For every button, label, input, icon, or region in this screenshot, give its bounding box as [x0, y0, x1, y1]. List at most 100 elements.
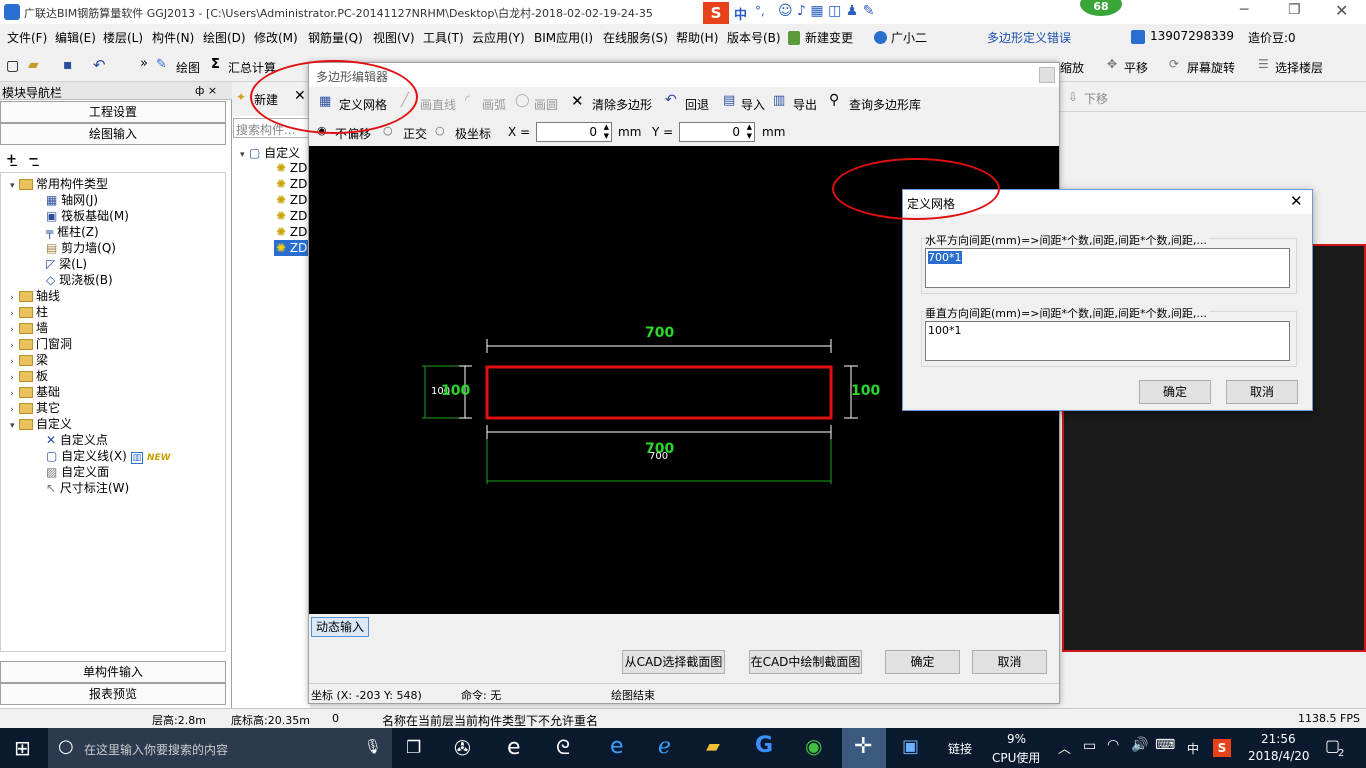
list-item-selected[interactable]: ✺ ZD — [274, 240, 310, 256]
tree-item-slab[interactable]: ◇ 现浇板(B) — [46, 271, 113, 288]
menu-component[interactable]: 构件(N) — [152, 29, 194, 46]
network-icon[interactable]: ◠ — [1107, 737, 1119, 753]
ime-chinese-label[interactable]: 中 — [734, 4, 747, 23]
menu-floor[interactable]: 楼层(L) — [103, 29, 143, 46]
list-item[interactable]: ✺ ZD — [276, 193, 307, 207]
tree-item-custom-line[interactable]: ▢ 自定义线(X) ▥ NEW — [46, 447, 171, 464]
keyboard-icon[interactable]: ⌨ — [1155, 737, 1175, 753]
x-input[interactable]: 0 ▲ ▼ — [536, 122, 612, 142]
pan-button[interactable]: 平移 — [1124, 59, 1148, 76]
list-item[interactable]: ✺ ZD — [276, 161, 307, 175]
draw-in-cad-button[interactable]: 在CAD中绘制截面图 — [749, 650, 862, 674]
menu-assistant[interactable]: 广小二 — [891, 29, 927, 46]
save-icon[interactable]: ▪ — [63, 57, 73, 73]
list-item[interactable]: ✺ ZD — [276, 209, 307, 223]
price-beans[interactable]: 造价豆:0 — [1248, 29, 1296, 46]
radio-polar[interactable]: ○ — [435, 124, 445, 137]
list-root[interactable]: ▾ ▢ 自定义 — [240, 144, 300, 161]
tree-group-slab[interactable]: › 板 — [10, 367, 48, 384]
pinwheel-app-icon[interactable]: ✇ — [454, 736, 471, 760]
swirl-app-icon[interactable]: ᘓ — [556, 735, 570, 759]
restore-icon[interactable]: ❐ — [1288, 2, 1301, 18]
select-from-cad-button[interactable]: 从CAD选择截面图 — [622, 650, 725, 674]
active-app-icon[interactable]: ✛ — [842, 728, 886, 768]
tree-group-wall[interactable]: › 墙 — [10, 319, 48, 336]
clear-polygon-button[interactable]: 清除多边形 — [592, 96, 652, 113]
tree-group-foundation[interactable]: › 基础 — [10, 383, 60, 400]
zoom-button[interactable]: 缩放 — [1060, 59, 1084, 76]
menu-view[interactable]: 视图(V) — [373, 29, 415, 46]
battery-icon[interactable]: ▭ — [1083, 738, 1096, 754]
file-explorer-icon[interactable]: ▰ — [706, 736, 720, 757]
tree-group-opening[interactable]: › 门窗洞 — [10, 335, 72, 352]
tree-group-axisline[interactable]: › 轴线 — [10, 287, 60, 304]
tree-item-beam[interactable]: ◸ 梁(L) — [46, 255, 87, 272]
clock-date[interactable]: 2018/4/20 — [1248, 749, 1310, 763]
tree-common[interactable]: ▾ 常用构件类型 — [10, 175, 108, 192]
tree-item-column[interactable]: ╤ 框柱(Z) — [46, 223, 99, 240]
nav-pin-close-icon[interactable]: ф × — [195, 84, 217, 97]
tree-group-beam[interactable]: › 梁 — [10, 351, 48, 368]
h-spacing-input[interactable]: 700*1 — [925, 248, 1290, 288]
grid-close-icon[interactable]: ✕ — [1290, 192, 1303, 210]
glodon-g-icon[interactable]: G — [755, 733, 773, 758]
menu-draw[interactable]: 绘图(D) — [203, 29, 246, 46]
clock-time[interactable]: 21:56 — [1261, 732, 1296, 746]
ie-icon[interactable]: ℯ — [658, 734, 671, 759]
sogou-icon[interactable]: S — [703, 2, 729, 24]
menu-new-change[interactable]: 新建变更 — [805, 29, 853, 46]
list-item[interactable]: ✺ ZD — [276, 225, 307, 239]
export-button[interactable]: 导出 — [793, 96, 817, 113]
ime-punct-label[interactable]: °, — [755, 4, 765, 18]
grid-ok-button[interactable]: 确定 — [1139, 380, 1211, 404]
task-view-icon[interactable]: ❐ — [406, 738, 421, 758]
windows-start-icon[interactable]: ⊞ — [14, 736, 31, 760]
menu-version[interactable]: 版本号(B) — [727, 29, 781, 46]
menu-tools[interactable]: 工具(T) — [423, 29, 464, 46]
v-spacing-input[interactable]: 100*1 — [925, 321, 1290, 361]
tree-item-dimension[interactable]: ↖ 尺寸标注(W) — [46, 479, 129, 496]
poly-cancel-button[interactable]: 取消 — [972, 650, 1047, 674]
report-preview-button[interactable]: 报表预览 — [0, 683, 226, 705]
microphone-icon[interactable]: 🎙 — [364, 739, 382, 755]
menu-bim[interactable]: BIM应用(I) — [534, 29, 593, 46]
single-input-button[interactable]: 单构件输入 — [0, 661, 226, 683]
close-icon[interactable]: ✕ — [1335, 1, 1348, 20]
phone-number[interactable]: 13907298339 — [1150, 29, 1234, 43]
edge-legacy-icon[interactable]: e — [507, 735, 521, 760]
open-file-icon[interactable]: ▰ — [28, 57, 39, 73]
green-app-icon[interactable]: ◉ — [805, 734, 822, 758]
grid-cancel-button[interactable]: 取消 — [1226, 380, 1298, 404]
more-icon[interactable]: » — [140, 56, 148, 71]
import-button[interactable]: 导入 — [741, 96, 765, 113]
draw-circle-button[interactable]: 画圆 — [534, 96, 558, 113]
minimize-icon[interactable]: ─ — [1240, 2, 1248, 18]
rotate-button[interactable]: 屏幕旋转 — [1187, 59, 1235, 76]
link-text[interactable]: 链接 — [948, 740, 972, 757]
sogou-tray-icon[interactable]: S — [1213, 739, 1231, 757]
tree-group-other[interactable]: › 其它 — [10, 399, 60, 416]
expand-all-icon[interactable]: +̲ — [6, 152, 17, 167]
undo-button[interactable]: 回退 — [685, 96, 709, 113]
poly-ok-button[interactable]: 确定 — [885, 650, 960, 674]
menu-edit[interactable]: 编辑(E) — [55, 29, 96, 46]
tree-group-column[interactable]: › 柱 — [10, 303, 48, 320]
select-floor-button[interactable]: 选择楼层 — [1275, 59, 1323, 76]
input-language[interactable]: 中 — [1187, 740, 1199, 757]
query-library-button[interactable]: 查询多边形库 — [849, 96, 921, 113]
photo-app-icon[interactable]: ▣ — [902, 736, 919, 757]
y-input[interactable]: 0 ▲ ▼ — [679, 122, 755, 142]
menu-modify[interactable]: 修改(M) — [254, 29, 298, 46]
draw-arc-button[interactable]: 画弧 — [482, 96, 506, 113]
tray-chevron-icon[interactable]: ︿ — [1058, 738, 1071, 757]
menu-cloud[interactable]: 云应用(Y) — [472, 29, 525, 46]
taskbar-search[interactable]: ○ 在这里输入你要搜索的内容 🎙 — [48, 728, 392, 768]
tree-group-custom[interactable]: ▾ 自定义 — [10, 415, 72, 432]
menu-rebar[interactable]: 钢筋量(Q) — [308, 29, 363, 46]
draw-button[interactable]: 绘图 — [176, 59, 200, 76]
tree-item-custom-point[interactable]: ✕ 自定义点 — [46, 431, 108, 448]
notification-badge[interactable]: 68 — [1078, 0, 1124, 18]
dynamic-input-toggle[interactable]: 动态输入 — [311, 617, 370, 637]
collapse-all-icon[interactable]: −̲ — [28, 152, 39, 167]
drawing-input-button[interactable]: 绘图输入 — [0, 123, 226, 145]
